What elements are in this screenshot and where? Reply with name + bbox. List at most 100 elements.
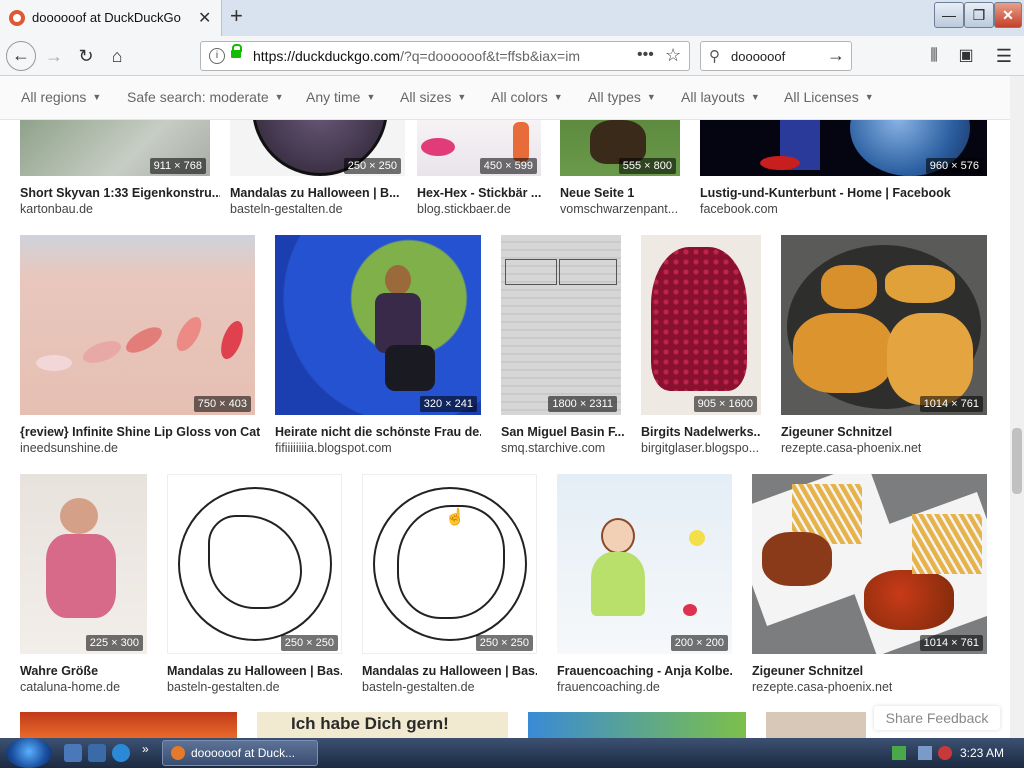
filter-layouts[interactable]: All layouts ▼	[681, 89, 760, 105]
library-icon[interactable]: ⫼	[920, 42, 948, 70]
filter-licenses[interactable]: All Licenses ▼	[784, 89, 874, 105]
bookmark-star-icon[interactable]: ☆	[665, 45, 681, 66]
image-result[interactable]: 320 × 241 Heirate nicht die schönste Fra…	[275, 235, 481, 457]
result-thumbnail[interactable]	[501, 235, 621, 415]
tab-close-icon[interactable]: ✕	[198, 8, 211, 28]
display-tray-icon[interactable]	[918, 746, 932, 760]
image-result[interactable]: 911 × 768 Short Skyvan 1:33 Eigenkonstru…	[20, 120, 220, 216]
filter-regions[interactable]: All regions ▼	[21, 89, 101, 105]
result-title[interactable]: Zigeuner Schnitzel	[781, 425, 987, 439]
result-title[interactable]: Mandalas zu Halloween | Bas...	[362, 664, 537, 678]
image-result-partial[interactable]: Ich habe Dich gern!	[257, 712, 508, 738]
search-box[interactable]: ⚲ doooooof →	[700, 41, 852, 71]
image-result-partial[interactable]	[766, 712, 866, 738]
result-title[interactable]: Neue Seite 1	[560, 186, 680, 200]
image-result[interactable]: 225 × 300 Wahre Größe cataluna-home.de	[20, 474, 147, 696]
image-result[interactable]: 750 × 403 {review} Infinite Shine Lip Gl…	[20, 235, 260, 457]
result-title[interactable]: Wahre Größe	[20, 664, 147, 678]
result-thumbnail[interactable]	[641, 235, 761, 415]
image-result[interactable]: 1014 × 761 Zigeuner Schnitzel rezepte.ca…	[781, 235, 987, 457]
result-title[interactable]: San Miguel Basin F...	[501, 425, 626, 439]
sidebar-icon[interactable]: ▣	[952, 42, 980, 70]
result-source[interactable]: smq.starchive.com	[501, 441, 605, 455]
image-result[interactable]: 555 × 800 Neue Seite 1 vomschwarzenpant.…	[560, 120, 680, 216]
result-thumbnail[interactable]	[275, 235, 481, 415]
volume-muted-icon[interactable]	[938, 746, 952, 760]
image-result-partial[interactable]	[20, 712, 237, 738]
result-title[interactable]: {review} Infinite Shine Lip Gloss von Ca…	[20, 425, 260, 439]
result-thumbnail[interactable]	[167, 474, 342, 654]
image-result[interactable]: 250 × 250 Mandalas zu Halloween | Bas...…	[167, 474, 342, 696]
result-thumbnail[interactable]: ☝	[362, 474, 537, 654]
minimize-button[interactable]: —	[934, 2, 964, 28]
image-result[interactable]: 905 × 1600 Birgits Nadelwerks... birgitg…	[641, 235, 761, 457]
result-title[interactable]: Mandalas zu Halloween | B...	[230, 186, 405, 200]
home-icon[interactable]: ⌂	[103, 42, 131, 70]
result-title[interactable]: Hex-Hex - Stickbär ...	[417, 186, 541, 200]
scrollbar[interactable]	[1010, 76, 1024, 738]
maximize-button[interactable]: ❐	[964, 2, 994, 28]
network-tray-icon[interactable]	[892, 746, 906, 760]
result-thumbnail[interactable]	[557, 474, 732, 654]
back-arrow-icon[interactable]: ←	[6, 41, 36, 71]
image-result[interactable]: ☝ 250 × 250 Mandalas zu Halloween | Bas.…	[362, 474, 537, 696]
result-title[interactable]: Birgits Nadelwerks...	[641, 425, 761, 439]
image-result[interactable]: 200 × 200 Frauencoaching - Anja Kolbe...…	[557, 474, 732, 696]
result-thumbnail[interactable]	[20, 235, 255, 415]
image-result[interactable]: 450 × 599 Hex-Hex - Stickbär ... blog.st…	[417, 120, 541, 216]
result-source[interactable]: rezepte.casa-phoenix.net	[752, 680, 892, 694]
taskbar-firefox-item[interactable]: doooooof at Duck...	[162, 740, 318, 766]
result-source[interactable]: rezepte.casa-phoenix.net	[781, 441, 921, 455]
internet-explorer-icon[interactable]	[112, 744, 130, 762]
result-source[interactable]: basteln-gestalten.de	[230, 202, 343, 216]
filter-types[interactable]: All types ▼	[588, 89, 656, 105]
image-result[interactable]: 960 × 576 Lustig-und-Kunterbunt - Home |…	[700, 120, 987, 216]
forward-arrow-icon[interactable]: →	[40, 42, 68, 70]
result-title[interactable]: Zigeuner Schnitzel	[752, 664, 987, 678]
show-desktop-icon[interactable]	[64, 744, 82, 762]
url-bar[interactable]: i https://duckduckgo.com/?q=doooooof&t=f…	[200, 41, 690, 71]
filter-sizes[interactable]: All sizes ▼	[400, 89, 466, 105]
result-title[interactable]: Lustig-und-Kunterbunt - Home | Facebook	[700, 186, 987, 200]
filter-time[interactable]: Any time ▼	[306, 89, 375, 105]
result-title[interactable]: Short Skyvan 1:33 Eigenkonstru...	[20, 186, 220, 200]
share-feedback-button[interactable]: Share Feedback	[874, 706, 1000, 730]
result-source[interactable]: frauencoaching.de	[557, 680, 660, 694]
image-result[interactable]: 250 × 250 Mandalas zu Halloween | B... b…	[230, 120, 405, 216]
url-text[interactable]: https://duckduckgo.com/?q=doooooof&t=ffs…	[253, 48, 623, 64]
result-thumbnail[interactable]	[752, 474, 987, 654]
result-source[interactable]: blog.stickbaer.de	[417, 202, 511, 216]
info-icon[interactable]: i	[209, 48, 225, 64]
result-title[interactable]: Heirate nicht die schönste Frau de...	[275, 425, 481, 439]
result-title[interactable]: Frauencoaching - Anja Kolbe...	[557, 664, 732, 678]
result-source[interactable]: vomschwarzenpant...	[560, 202, 685, 216]
start-button[interactable]	[6, 738, 52, 768]
reload-icon[interactable]: ↻	[72, 42, 100, 70]
image-result[interactable]: 1800 × 2311 San Miguel Basin F... smq.st…	[501, 235, 625, 457]
result-source[interactable]: fifiiiiiiiia.blogspot.com	[275, 441, 392, 455]
search-input[interactable]: doooooof	[731, 49, 785, 64]
result-thumbnail[interactable]	[20, 474, 147, 654]
scrollbar-thumb[interactable]	[1012, 428, 1022, 494]
result-source[interactable]: birgitglaser.blogspo...	[641, 441, 761, 455]
window-switcher-icon[interactable]	[88, 744, 106, 762]
result-source[interactable]: kartonbau.de	[20, 202, 93, 216]
filter-colors[interactable]: All colors ▼	[491, 89, 563, 105]
result-title[interactable]: Mandalas zu Halloween | Bas...	[167, 664, 342, 678]
result-thumbnail[interactable]	[781, 235, 987, 415]
expand-chevron-icon[interactable]: »	[142, 742, 149, 756]
taskbar-clock[interactable]: 3:23 AM	[960, 746, 1004, 760]
result-source[interactable]: facebook.com	[700, 202, 778, 216]
browser-tab[interactable]: doooooof at DuckDuckGo ✕	[0, 0, 222, 36]
image-result[interactable]: 1014 × 761 Zigeuner Schnitzel rezepte.ca…	[752, 474, 987, 696]
result-source[interactable]: cataluna-home.de	[20, 680, 120, 694]
image-result-partial[interactable]	[528, 712, 746, 738]
search-go-arrow-icon[interactable]: →	[827, 45, 845, 66]
menu-hamburger-icon[interactable]: ☰	[990, 42, 1018, 70]
result-source[interactable]: ineedsunshine.de	[20, 441, 118, 455]
page-actions-icon[interactable]: •••	[637, 46, 654, 64]
result-source[interactable]: basteln-gestalten.de	[362, 680, 475, 694]
result-source[interactable]: basteln-gestalten.de	[167, 680, 280, 694]
window-close-button[interactable]: ✕	[994, 2, 1022, 28]
filter-safe-search[interactable]: Safe search: moderate ▼	[127, 89, 284, 105]
